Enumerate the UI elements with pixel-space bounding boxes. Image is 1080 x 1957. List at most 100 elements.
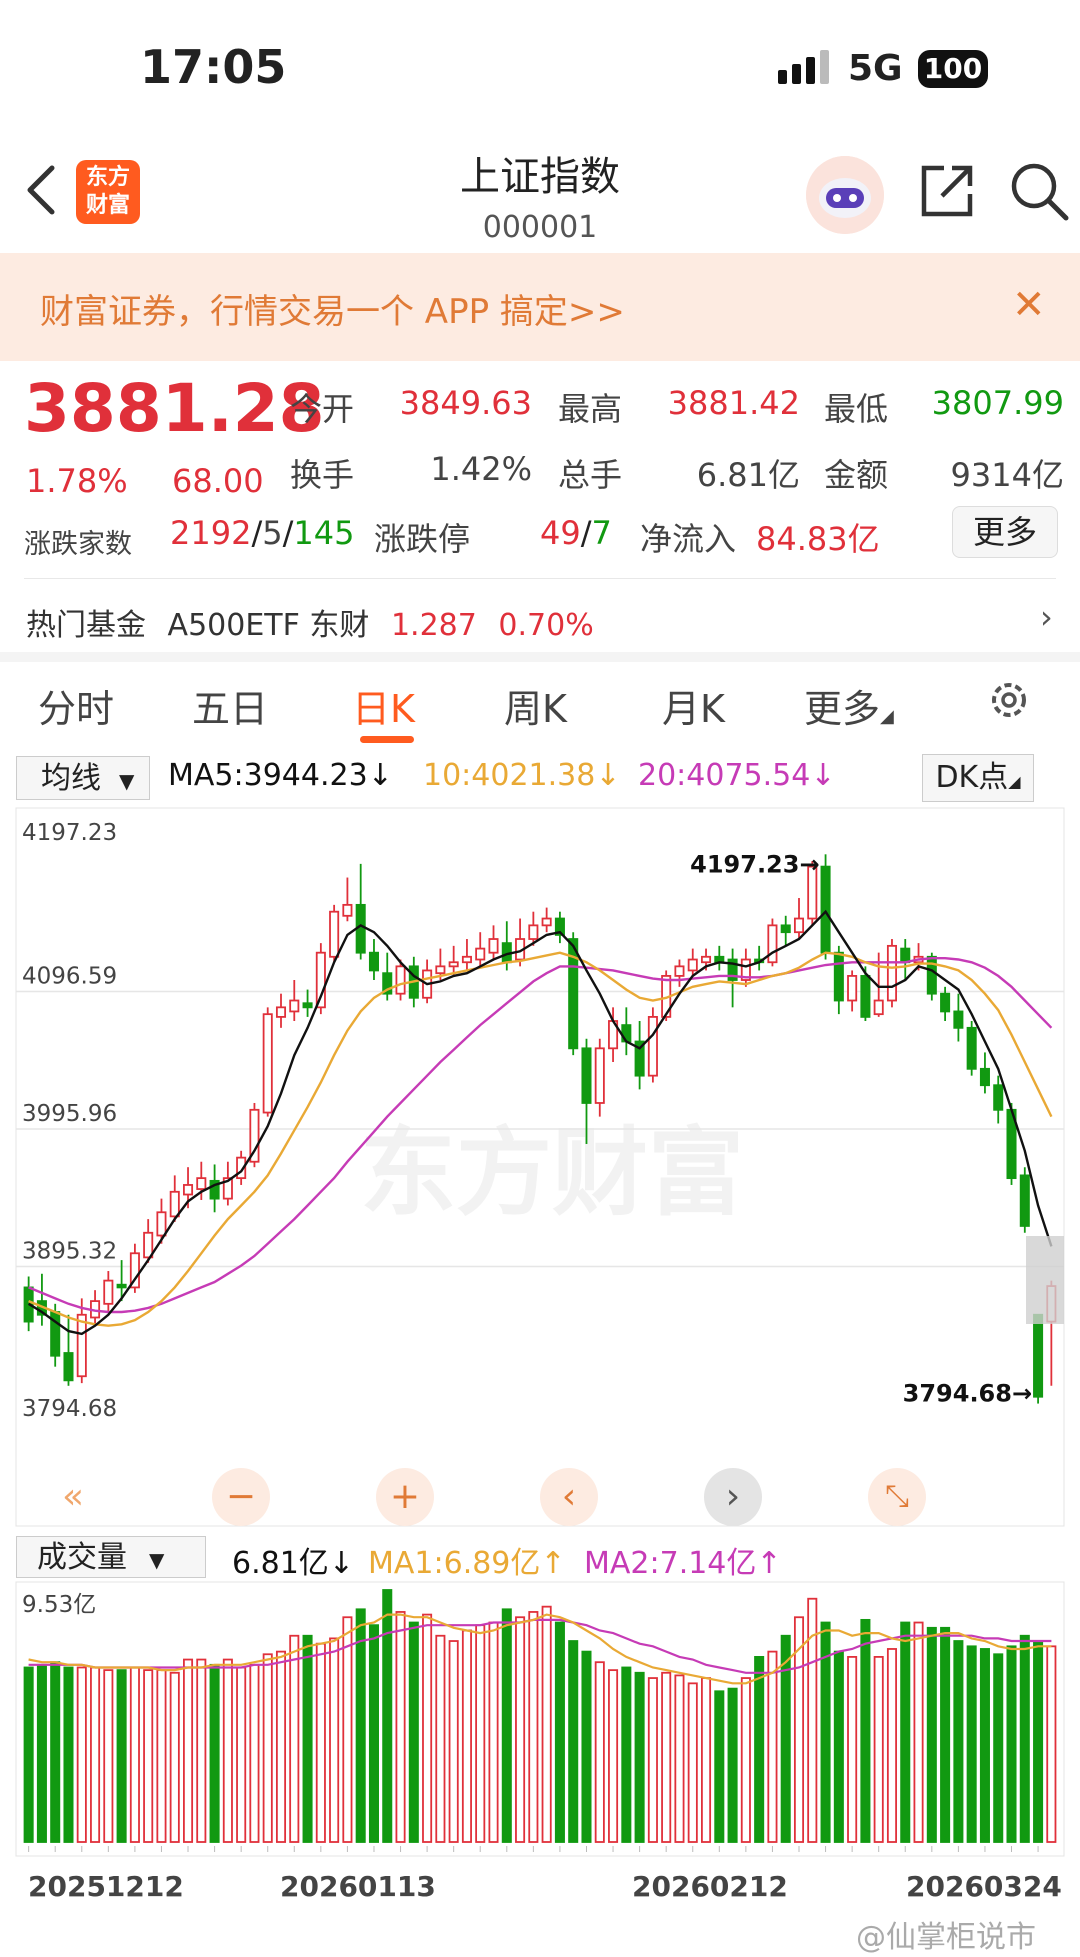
vol-ma2-line — [28, 1618, 1052, 1674]
volume-bar — [1019, 1634, 1030, 1843]
volume-bar — [528, 1611, 539, 1843]
section-gap — [0, 652, 1080, 662]
battery-icon: 100 — [918, 50, 988, 88]
candle — [780, 924, 791, 934]
volume-bar — [196, 1658, 207, 1843]
dk-point-button[interactable]: DK点◢ — [922, 754, 1034, 802]
ma5-value: MA5:3944.23↓ — [168, 758, 393, 793]
tab-weekly-k[interactable]: 周K — [504, 678, 567, 733]
candle — [594, 1047, 605, 1104]
candle — [63, 1352, 74, 1382]
indicator-select[interactable]: 均线 ▼ — [16, 756, 150, 800]
assistant-robot-icon[interactable] — [806, 156, 884, 234]
candle — [156, 1211, 167, 1237]
scroll-start-button[interactable]: « — [44, 1468, 102, 1526]
scroll-left-button[interactable]: ‹ — [540, 1468, 598, 1526]
search-icon[interactable] — [1008, 160, 1070, 222]
volume-bar — [461, 1629, 472, 1843]
volume-bar — [315, 1642, 326, 1843]
volume-bar — [302, 1634, 313, 1843]
candle — [76, 1313, 87, 1378]
candle — [475, 947, 486, 961]
tab-more-label: 更多 — [804, 687, 881, 731]
volume-bar — [873, 1656, 884, 1843]
candle — [528, 924, 539, 940]
candle — [860, 975, 871, 1018]
updown-label: 涨跌家数 — [24, 529, 132, 560]
zoom-in-button[interactable]: + — [376, 1468, 434, 1526]
tab-five-day[interactable]: 五日 — [192, 678, 268, 733]
date-label: 20251212 — [28, 1870, 184, 1903]
volume-bar — [36, 1663, 47, 1843]
tab-more[interactable]: 更多◢ — [804, 678, 894, 733]
hot-fund-row[interactable]: 热门基金 A500ETF 东财 1.287 0.70% — [26, 600, 594, 644]
tab-daily-k[interactable]: 日K — [352, 678, 415, 733]
fullscreen-button[interactable]: ⤡ — [868, 1468, 926, 1526]
candle — [926, 955, 937, 995]
volume-bar — [647, 1677, 658, 1843]
volume-bar — [289, 1634, 300, 1843]
change-value: 68.00 — [172, 462, 264, 500]
signal-icon — [778, 50, 834, 84]
candle — [953, 1010, 964, 1029]
volume-bar — [515, 1616, 526, 1843]
candle — [435, 965, 446, 975]
volume-bar — [169, 1671, 180, 1843]
volume-bar — [886, 1648, 897, 1843]
share-icon[interactable] — [916, 160, 978, 222]
candle — [940, 992, 951, 1013]
ma10-value: 10:4021.38↓ — [423, 758, 621, 793]
candle — [581, 1047, 592, 1104]
tab-monthly-k[interactable]: 月K — [662, 678, 725, 733]
chevron-right-icon[interactable]: › — [1040, 598, 1053, 636]
hot-fund-label: 热门基金 — [26, 608, 146, 643]
volume-chart[interactable]: 9.53亿 — [0, 1580, 1080, 1860]
kline-chart[interactable]: 东方财富 4197.23 4096.59 3995.96 3895.32 3794.68… — [0, 806, 1080, 1528]
volume-bar — [966, 1645, 977, 1843]
banner-text[interactable]: 财富证券，行情交易一个 APP 搞定>> — [40, 284, 625, 333]
candle — [196, 1177, 207, 1190]
volume-indicator-select[interactable]: 成交量 ▼ — [16, 1536, 206, 1578]
change-percent: 1.78% — [26, 462, 128, 500]
y-tick-label: 4197.23 — [22, 820, 117, 846]
watermark: 东方财富 — [360, 1117, 744, 1229]
volume-bar — [860, 1618, 871, 1843]
current-price: 3881.28 — [24, 370, 325, 447]
more-button[interactable]: 更多 — [952, 506, 1058, 558]
volume-bar — [979, 1648, 990, 1843]
candle — [900, 947, 911, 964]
volume-bar — [554, 1621, 565, 1843]
gear-icon[interactable] — [985, 676, 1033, 724]
volume-bar — [76, 1666, 87, 1843]
candle — [541, 917, 552, 927]
network-type: 5G — [848, 48, 903, 89]
volume-bar — [236, 1666, 247, 1843]
volume-bar — [116, 1669, 127, 1843]
banner-close-icon[interactable]: ✕ — [1012, 282, 1046, 328]
volume-max-label: 9.53亿 — [22, 1592, 96, 1618]
weibo-watermark: @仙掌柜说市 — [856, 1920, 1036, 1955]
volume-bar — [701, 1677, 712, 1843]
candle — [1019, 1174, 1030, 1227]
zoom-out-button[interactable]: − — [212, 1468, 270, 1526]
volume-bar — [594, 1661, 605, 1843]
volume-bar — [355, 1608, 366, 1843]
candle — [793, 917, 805, 934]
volume-bar — [435, 1634, 446, 1843]
high-label: 最高 — [558, 390, 623, 428]
scroll-right-button[interactable]: › — [704, 1468, 762, 1526]
dk-point-label: DK点 — [935, 760, 1009, 795]
tab-intraday[interactable]: 分时 — [38, 678, 114, 733]
hot-fund-price: 1.287 — [390, 608, 477, 643]
status-time: 17:05 — [140, 40, 287, 94]
volume-bar — [63, 1666, 74, 1843]
limit-counts: 49/7 — [540, 514, 612, 552]
date-label: 20260113 — [280, 1870, 436, 1903]
date-label: 20260212 — [632, 1870, 788, 1903]
volume-bar — [661, 1671, 672, 1843]
candle — [103, 1279, 114, 1305]
hot-fund-name: A500ETF 东财 — [167, 608, 370, 643]
volume-bar — [926, 1626, 937, 1843]
volume-bar — [23, 1666, 34, 1843]
candle — [395, 965, 406, 995]
